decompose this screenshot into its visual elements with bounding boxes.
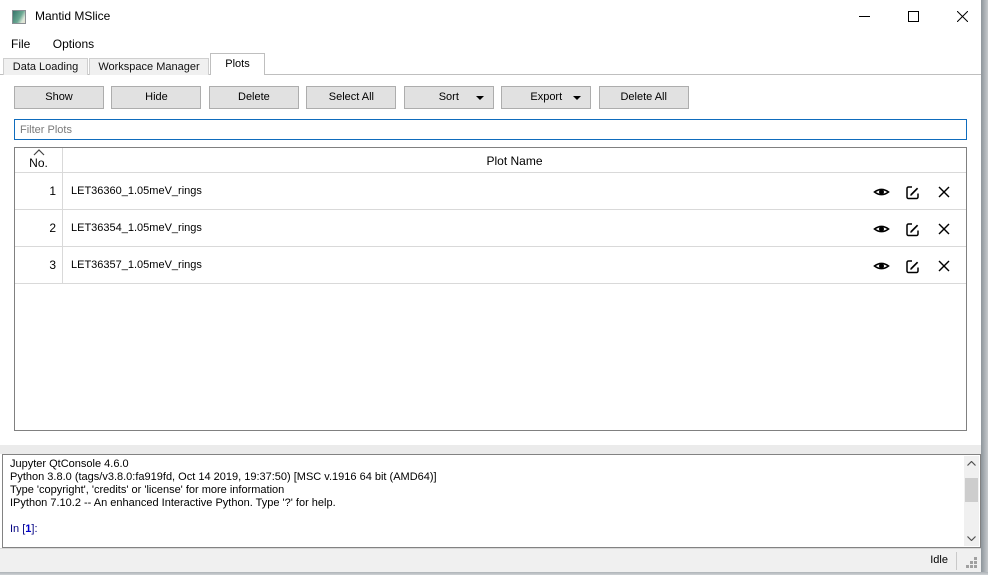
hide-button[interactable]: Hide (111, 86, 201, 109)
close-icon (938, 223, 950, 235)
table-header: No. Plot Name (15, 148, 966, 173)
select-all-button[interactable]: Select All (306, 86, 396, 109)
table-row[interactable]: 1 LET36360_1.05meV_rings (15, 173, 966, 210)
close-plot-button[interactable] (935, 183, 953, 201)
show-plot-button[interactable] (872, 220, 890, 238)
chevron-down-icon (967, 536, 976, 541)
plots-table: No. Plot Name 1 LET36360_1.05meV_rings 2… (14, 147, 967, 431)
status-bar: Idle (0, 548, 981, 572)
window-edge-right (981, 0, 988, 575)
maximize-icon (908, 11, 919, 22)
console-scrollbar[interactable] (964, 456, 979, 546)
minimize-button[interactable] (841, 0, 887, 32)
eye-icon (873, 186, 890, 198)
edit-icon (905, 185, 920, 200)
eye-icon (873, 223, 890, 235)
console-line: Jupyter QtConsole 4.6.0 (10, 458, 960, 471)
filter-plots-input[interactable] (14, 119, 967, 140)
edit-icon (905, 259, 920, 274)
close-plot-button[interactable] (935, 220, 953, 238)
console-prompt: In [1]: (10, 523, 960, 536)
console-blank-line (10, 510, 960, 523)
status-separator (956, 552, 957, 570)
plot-name: LET36354_1.05meV_rings (71, 210, 202, 247)
plot-name: LET36360_1.05meV_rings (71, 173, 202, 210)
scrollbar-thumb[interactable] (965, 478, 978, 502)
show-button[interactable]: Show (14, 86, 104, 109)
show-plot-button[interactable] (872, 183, 890, 201)
title-bar: Mantid MSlice (0, 0, 981, 34)
chevron-up-icon (967, 461, 976, 466)
plots-toolbar: Show Hide Delete Select All Sort Export … (14, 86, 692, 110)
menu-options[interactable]: Options (44, 34, 103, 54)
row-number: 1 (15, 173, 63, 210)
chevron-down-icon (573, 96, 581, 100)
tab-workspace-manager[interactable]: Workspace Manager (89, 58, 209, 75)
console-output: Jupyter QtConsole 4.6.0 Python 3.8.0 (ta… (10, 458, 960, 536)
status-text: Idle (930, 554, 948, 566)
maximize-button[interactable] (890, 0, 936, 32)
console-line: IPython 7.10.2 -- An enhanced Interactiv… (10, 497, 960, 510)
menu-file[interactable]: File (2, 34, 39, 54)
rename-plot-button[interactable] (903, 257, 921, 275)
rename-plot-button[interactable] (903, 183, 921, 201)
chevron-down-icon (476, 96, 484, 100)
close-icon (957, 11, 968, 22)
tab-data-loading[interactable]: Data Loading (3, 58, 88, 75)
rename-plot-button[interactable] (903, 220, 921, 238)
sort-ascending-icon (32, 149, 46, 156)
ipython-console[interactable]: Jupyter QtConsole 4.6.0 Python 3.8.0 (ta… (2, 454, 981, 548)
column-header-plot-name[interactable]: Plot Name (63, 148, 966, 173)
edit-icon (905, 222, 920, 237)
close-button[interactable] (939, 0, 985, 32)
delete-all-button[interactable]: Delete All (599, 86, 689, 109)
show-plot-button[interactable] (872, 257, 890, 275)
table-row[interactable]: 3 LET36357_1.05meV_rings (15, 247, 966, 284)
console-line: Python 3.8.0 (tags/v3.8.0:fa919fd, Oct 1… (10, 471, 960, 484)
scroll-down-button[interactable] (964, 531, 979, 546)
eye-icon (873, 260, 890, 272)
close-plot-button[interactable] (935, 257, 953, 275)
scroll-up-button[interactable] (964, 456, 979, 471)
resize-grip[interactable] (965, 556, 978, 569)
app-icon (12, 10, 26, 24)
sort-dropdown-button[interactable]: Sort (404, 86, 494, 109)
close-icon (938, 260, 950, 272)
window-title: Mantid MSlice (35, 9, 110, 23)
delete-button[interactable]: Delete (209, 86, 299, 109)
table-row[interactable]: 2 LET36354_1.05meV_rings (15, 210, 966, 247)
splitter-handle[interactable] (0, 445, 981, 454)
column-header-no[interactable]: No. (15, 148, 63, 173)
menu-bar: File Options (0, 34, 981, 56)
row-number: 2 (15, 210, 63, 247)
tab-plots[interactable]: Plots (210, 53, 265, 75)
minimize-icon (859, 11, 870, 22)
console-line: Type 'copyright', 'credits' or 'license'… (10, 484, 960, 497)
close-icon (938, 186, 950, 198)
row-number: 3 (15, 247, 63, 284)
export-dropdown-button[interactable]: Export (501, 86, 591, 109)
plot-name: LET36357_1.05meV_rings (71, 247, 202, 284)
